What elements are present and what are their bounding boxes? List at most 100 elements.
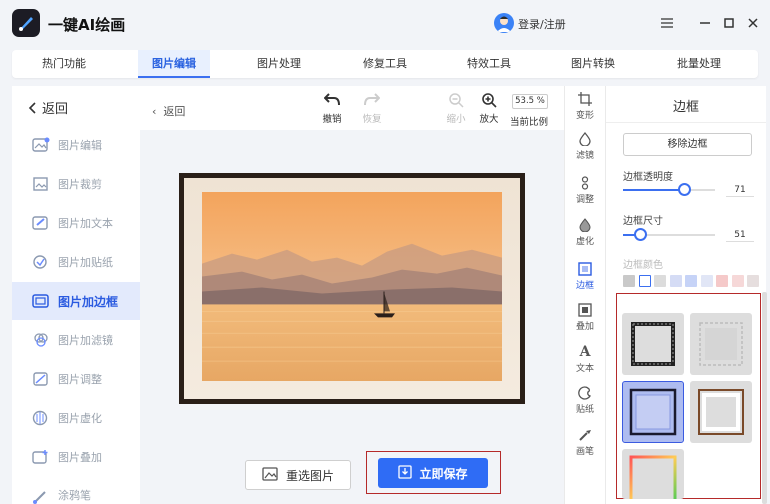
framed-image [179,173,525,404]
sidebar-item-brush[interactable]: 涂鸦笔 [12,477,140,504]
color-label: 边框颜色 [623,260,663,271]
sidebar-item-label: 图片加边框 [58,294,119,309]
save-now-button[interactable]: 立即保存 [378,458,488,488]
sidebar-back-button[interactable]: 返回 [28,98,68,117]
strip-overlay[interactable]: 叠加 [564,303,606,332]
tab-repair-tools[interactable]: 修复工具 [340,50,430,78]
zoom-out-icon [442,92,470,108]
minimize-icon[interactable] [696,14,714,32]
opacity-value[interactable]: 71 [726,183,754,197]
avatar[interactable] [494,13,514,33]
paint-brush-icon [564,428,606,442]
maximize-icon[interactable] [720,14,738,32]
color-swatch[interactable] [669,275,682,287]
frame-style-plain-gray[interactable] [690,313,752,375]
frame-style-blue-selected[interactable] [622,381,684,443]
chevron-left-icon: ‹ [152,105,157,118]
sidebar-item-image-edit[interactable]: 图片编辑 [12,126,140,164]
strip-adjust[interactable]: 调整 [564,176,606,205]
border-icon [564,262,606,276]
frame-icon [32,292,50,310]
reselect-label: 重选图片 [285,468,334,483]
strip-filter[interactable]: 滤镜 [564,131,606,161]
canvas-back-label: 返回 [163,105,186,118]
login-link[interactable]: 登录/注册 [518,16,566,32]
sunset-photo [202,192,502,381]
strip-brush[interactable]: 画笔 [564,428,606,457]
reselect-image-button[interactable]: 重选图片 [245,460,351,490]
color-swatch[interactable] [716,275,728,287]
redo-label: 恢复 [362,114,382,125]
main-tabs: 热门功能 图片编辑 图片处理 修复工具 特效工具 图片转换 批量处理 [12,50,758,78]
sidebar-item-overlay[interactable]: 图片叠加 [12,438,140,476]
tab-image-convert[interactable]: 图片转换 [548,50,638,78]
redo-icon [358,92,386,108]
sidebar-item-blur[interactable]: 图片虚化 [12,399,140,437]
frame-style-film[interactable] [622,313,684,375]
sidebar-item-label: 图片加贴纸 [58,256,113,269]
brush-icon [32,487,50,504]
download-icon [398,464,413,482]
remove-border-button[interactable]: 移除边框 [623,133,752,156]
color-swatch[interactable] [685,275,697,287]
sidebar-item-add-sticker[interactable]: 图片加贴纸 [12,243,140,281]
zoom-out-label: 缩小 [446,114,466,125]
sidebar-item-add-frame[interactable]: 图片加边框 [12,282,140,320]
app-title: 一键AI绘画 [48,16,126,34]
panel-title: 边框 [672,100,699,115]
tab-image-process[interactable]: 图片处理 [234,50,324,78]
color-swatch[interactable] [700,275,713,287]
sidebar-item-label: 图片加文本 [58,217,113,230]
overlay-icon [32,448,50,466]
zoom-out-button[interactable]: 缩小 [442,92,470,125]
color-swatch[interactable] [654,275,666,287]
blur-icon [32,409,50,427]
transform-icon [564,92,606,106]
color-swatch[interactable] [638,275,651,287]
sidebar-item-label: 图片虚化 [58,412,102,425]
strip-label: 虚化 [575,237,594,247]
frame-style-rainbow[interactable] [622,449,684,499]
image-icon [262,466,278,484]
canvas-back-button[interactable]: ‹ 返回 [152,103,185,119]
size-slider-handle[interactable] [634,228,647,241]
strip-border[interactable]: 边框 [564,262,606,291]
chevron-left-icon [28,101,36,114]
sidebar-item-crop[interactable]: 图片裁剪 [12,165,140,203]
sidebar-item-label: 图片编辑 [58,139,102,152]
zoom-value-input[interactable]: 53.5 % [512,94,548,109]
zoom-in-button[interactable]: 放大 [475,92,503,125]
strip-blur[interactable]: 虚化 [564,218,606,247]
color-swatch[interactable] [623,275,635,287]
size-value[interactable]: 51 [726,228,754,242]
sidebar-item-adjust[interactable]: 图片调整 [12,360,140,398]
color-swatch[interactable] [747,275,759,287]
tab-image-edit[interactable]: 图片编辑 [138,50,210,78]
opacity-slider-handle[interactable] [678,183,691,196]
strip-label: 边框 [575,281,594,291]
frame-mat [184,178,520,399]
sidebar-item-add-text[interactable]: 图片加文本 [12,204,140,242]
frame-style-brown[interactable] [690,381,752,443]
strip-text[interactable]: A 文本 [564,345,606,374]
panel-scrollbar[interactable] [762,292,767,504]
menu-icon[interactable] [658,14,676,32]
strip-label: 画笔 [575,447,594,457]
tab-hot-features[interactable]: 热门功能 [12,50,116,78]
redo-button[interactable]: 恢复 [358,92,386,125]
tab-effect-tools[interactable]: 特效工具 [444,50,534,78]
size-label: 边框尺寸 [623,216,663,227]
overlay-square-icon [564,303,606,317]
undo-label: 撤销 [322,114,342,125]
strip-label: 调整 [575,195,594,205]
strip-transform[interactable]: 变形 [564,92,606,121]
undo-button[interactable]: 撤销 [318,92,346,125]
opacity-slider-fill [623,189,685,191]
color-swatch[interactable] [731,275,744,287]
tab-batch-process[interactable]: 批量处理 [654,50,744,78]
strip-label: 滤镜 [575,151,594,161]
strip-sticker[interactable]: 贴纸 [564,386,606,415]
close-icon[interactable] [744,14,762,32]
sidebar-item-add-filter[interactable]: 图片加滤镜 [12,321,140,359]
zoom-in-icon [475,92,503,108]
